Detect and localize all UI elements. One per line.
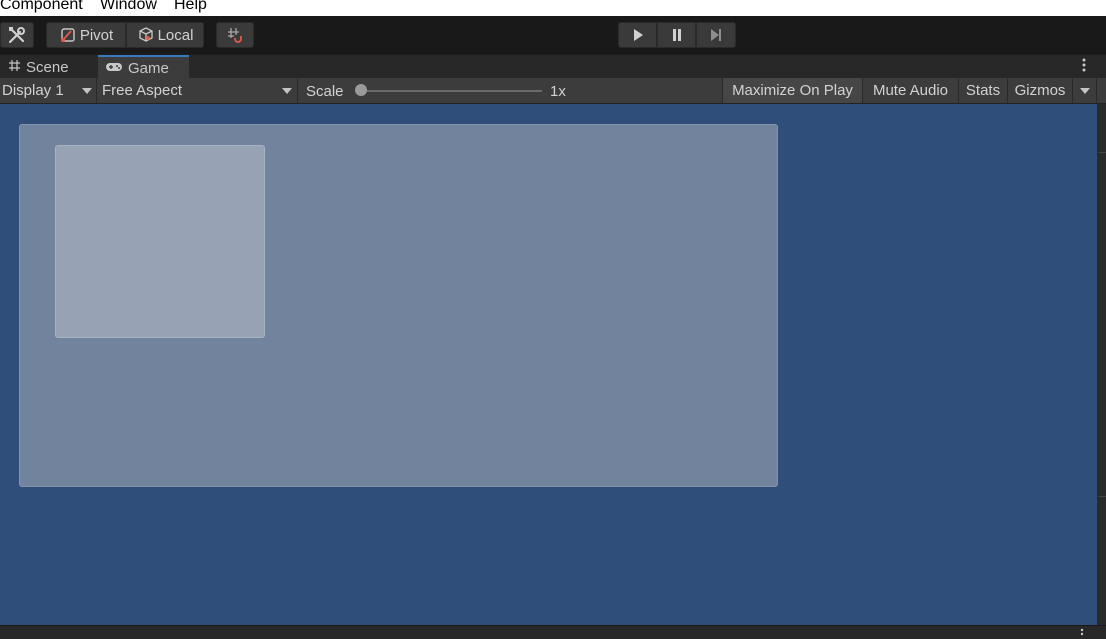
game-viewport[interactable] xyxy=(0,104,1097,625)
menu-item-window[interactable]: Window xyxy=(100,0,157,15)
maximize-on-play-label: Maximize On Play xyxy=(732,82,853,99)
gizmos-dropdown[interactable] xyxy=(1073,78,1097,103)
grid-snap-button[interactable] xyxy=(216,22,254,48)
local-button[interactable]: Local xyxy=(126,22,204,48)
chevron-down-icon xyxy=(82,88,92,94)
main-toolbar: Pivot Local xyxy=(0,16,1106,54)
aspect-dropdown[interactable]: Free Aspect xyxy=(97,78,298,103)
menu-item-component[interactable]: Component xyxy=(0,0,83,15)
wrench-icon xyxy=(7,25,27,45)
maximize-on-play-toggle[interactable]: Maximize On Play xyxy=(722,78,863,103)
aspect-dropdown-value: Free Aspect xyxy=(102,82,183,99)
scale-value: 1x xyxy=(550,83,566,100)
pivot-button[interactable]: Pivot xyxy=(46,22,126,48)
tools-button[interactable] xyxy=(0,22,34,48)
step-button[interactable] xyxy=(696,22,736,48)
menu-item-help[interactable]: Help xyxy=(174,0,207,15)
scale-label: Scale xyxy=(306,83,344,100)
gamepad-icon xyxy=(105,60,123,77)
step-icon xyxy=(709,28,723,42)
pivot-label: Pivot xyxy=(79,26,114,44)
editor-tab-strip: Scene Game xyxy=(0,54,1106,79)
local-label: Local xyxy=(157,26,194,44)
menu-bar: Component Window Help xyxy=(0,0,1106,16)
scale-slider-thumb[interactable] xyxy=(355,84,367,96)
gizmos-toggle[interactable]: Gizmos xyxy=(1008,78,1073,103)
kebab-menu-icon[interactable] xyxy=(1082,58,1086,76)
status-bar xyxy=(0,625,1106,639)
scale-slider-track[interactable] xyxy=(360,90,542,92)
window-right-edge xyxy=(1097,104,1106,625)
pause-icon xyxy=(670,28,684,42)
mute-audio-toggle[interactable]: Mute Audio xyxy=(863,78,959,103)
tab-game-label: Game xyxy=(128,59,169,77)
pivot-icon xyxy=(59,26,77,44)
gizmos-label: Gizmos xyxy=(1014,82,1066,99)
stats-label: Stats xyxy=(965,82,1001,99)
display-dropdown-value: Display 1 xyxy=(2,82,64,99)
grid-snap-icon xyxy=(225,25,245,45)
stats-toggle[interactable]: Stats xyxy=(959,78,1008,103)
display-dropdown[interactable]: Display 1 xyxy=(0,78,97,103)
grid-icon xyxy=(8,59,21,76)
game-view-toolbar: Display 1 Free Aspect Scale 1x Maximize … xyxy=(0,78,1106,104)
pause-button[interactable] xyxy=(657,22,696,48)
chevron-down-icon xyxy=(1080,88,1090,94)
tab-scene-label: Scene xyxy=(26,58,69,76)
ui-panel-small xyxy=(55,145,265,338)
kebab-menu-icon[interactable] xyxy=(1080,628,1084,639)
chevron-down-icon xyxy=(282,88,292,94)
play-icon xyxy=(631,28,645,42)
tab-scene[interactable]: Scene xyxy=(0,55,96,79)
mute-audio-label: Mute Audio xyxy=(872,82,949,99)
tab-game[interactable]: Game xyxy=(98,55,189,79)
cube-icon xyxy=(137,26,155,44)
play-button[interactable] xyxy=(618,22,657,48)
